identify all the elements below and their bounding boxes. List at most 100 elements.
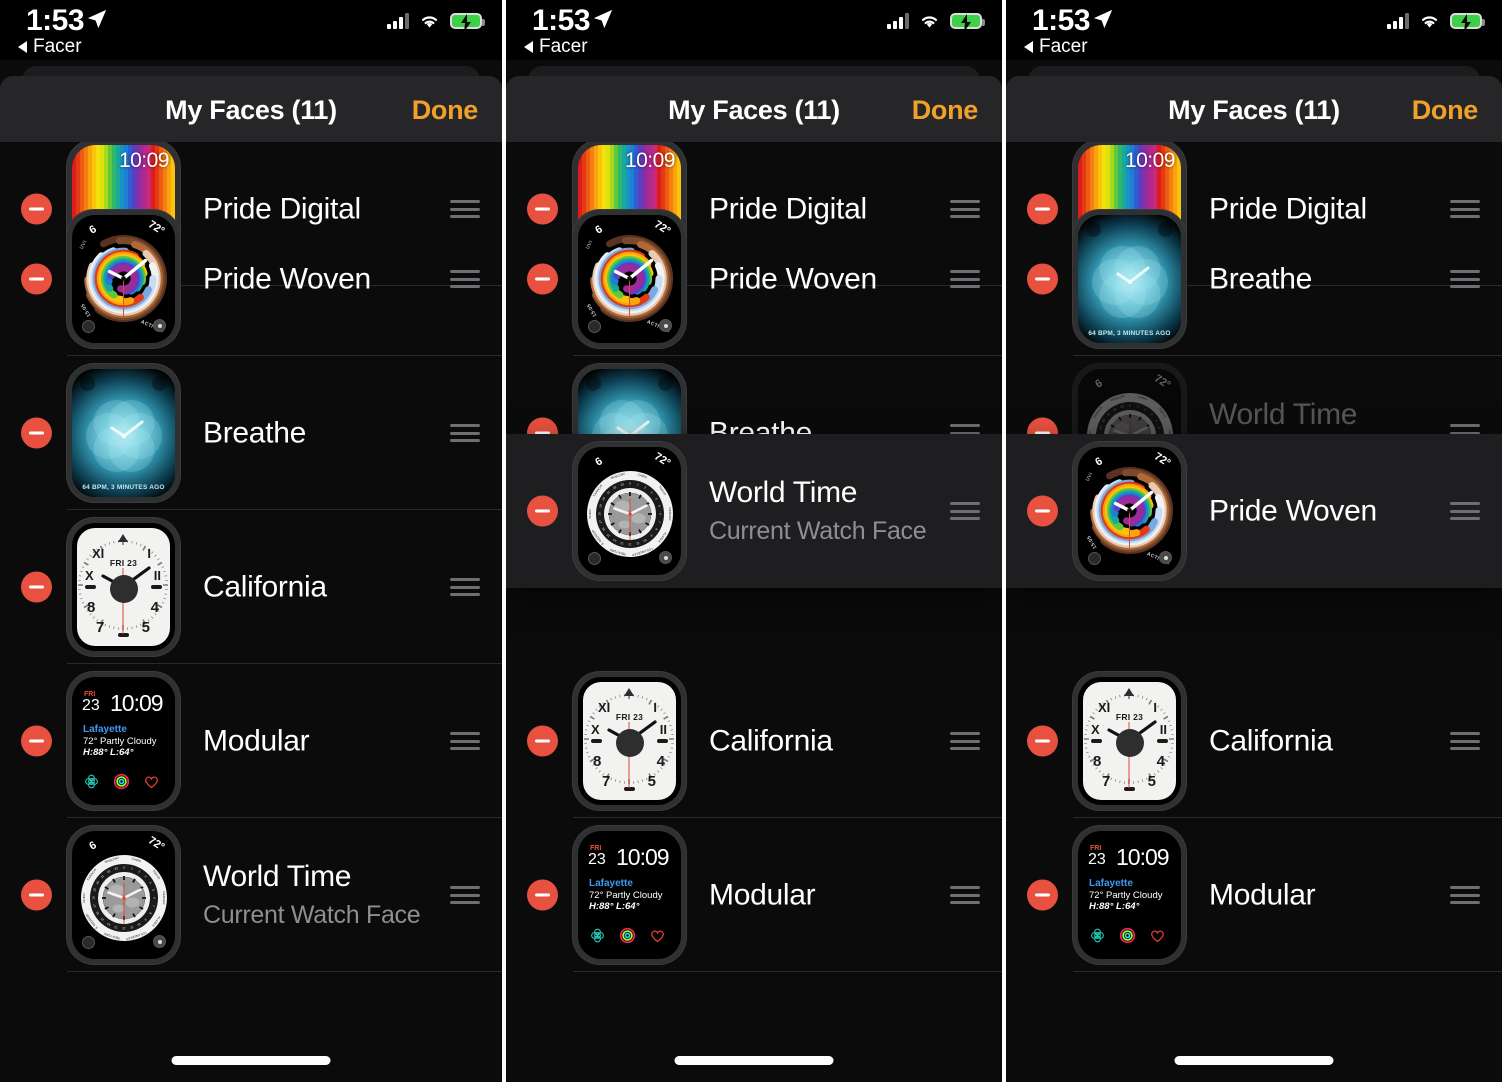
table-row[interactable]: 672°UVI15:05ACTIVITY Pride Woven xyxy=(506,202,1002,356)
california-subdial xyxy=(615,729,644,758)
row-separator xyxy=(1073,971,1502,972)
battery-charging-icon xyxy=(950,12,985,32)
modular-complication-row xyxy=(589,927,666,944)
faces-list-panel-3[interactable]: 10:09UNLOCK TO VIEWPride Digital64 BPM, … xyxy=(1006,140,1502,1082)
breathe-complication-icon xyxy=(586,376,601,391)
table-row[interactable]: XI I X II 8 4 7 5 FRI 23 California xyxy=(506,664,1002,818)
modular-day: 23 xyxy=(588,851,606,868)
watch-screen: FRI 23 10:09 Lafayette 72° Partly Cloudy H:88… xyxy=(72,677,175,805)
faces-list-panel-1[interactable]: 10:09UNLOCK TO VIEWPride Digital672°UVI1… xyxy=(0,140,502,1082)
reorder-handle-icon[interactable] xyxy=(950,502,980,520)
watch-screen: 64 BPM, 3 MINUTES AGO xyxy=(72,369,175,497)
watch-face-thumbnail[interactable]: FRI 23 10:09 Lafayette 72° Partly Cloudy H:88… xyxy=(67,672,180,810)
watch-face-thumbnail[interactable]: XI I X II 8 4 7 5 FRI 23 xyxy=(573,672,686,810)
delete-face-button[interactable] xyxy=(1027,263,1058,295)
watch-time-label: 10:09 xyxy=(624,149,676,172)
table-row[interactable]: XI I X II 8 4 7 5 FRI 23 California xyxy=(0,510,502,664)
reorder-handle-icon[interactable] xyxy=(450,732,480,750)
delete-face-button[interactable] xyxy=(21,263,52,295)
watch-face-thumbnail[interactable]: DUBAIKARACHIMOSCOWCAIROTOKYODENVERALASKA… xyxy=(573,442,686,580)
table-row[interactable]: FRI 23 10:09 Lafayette 72° Partly Cloudy H:88… xyxy=(1006,818,1502,972)
reorder-handle-icon[interactable] xyxy=(950,886,980,904)
table-row[interactable]: DUBAIKARACHIMOSCOWCAIROTOKYODENVERALASKA… xyxy=(0,818,502,972)
watch-face-thumbnail[interactable]: DUBAIKARACHIMOSCOWCAIROTOKYODENVERALASKA… xyxy=(67,826,180,964)
svg-text:DENVER: DENVER xyxy=(668,507,672,521)
watch-face-thumbnail[interactable]: 672°UVI15:05ACTIVITY xyxy=(67,210,180,348)
delete-face-button[interactable] xyxy=(21,571,52,603)
modular-conditions: 72° Partly Cloudy xyxy=(589,890,663,901)
delete-face-button[interactable] xyxy=(527,263,558,295)
reorder-handle-icon[interactable] xyxy=(950,270,980,288)
delete-face-button[interactable] xyxy=(21,417,52,449)
watch-thumbnail-modular: FRI 23 10:09 Lafayette 72° Partly Cloudy H:88… xyxy=(67,672,180,810)
breathe-petals-graphic xyxy=(1091,245,1168,318)
delete-face-button[interactable] xyxy=(21,725,52,757)
delete-face-button[interactable] xyxy=(527,879,558,911)
reorder-handle-icon[interactable] xyxy=(1450,270,1480,288)
screenshot-stage: 1:53 Facer My Faces (11) Done 10:09UNLOC… xyxy=(0,0,1506,1082)
weather-complication-icon xyxy=(1158,222,1173,237)
table-row[interactable]: 64 BPM, 3 MINUTES AGO Breathe xyxy=(1006,202,1502,356)
table-row[interactable]: 64 BPM, 3 MINUTES AGO Breathe xyxy=(0,356,502,510)
reorder-handle-icon[interactable] xyxy=(1450,886,1480,904)
watch-face-thumbnail[interactable]: XI I X II 8 4 7 5 FRI 23 xyxy=(67,518,180,656)
row-label: California xyxy=(1209,723,1333,758)
watch-face-thumbnail[interactable]: 672°UVI15:05ACTIVITY xyxy=(573,210,686,348)
phone-panel-1: 1:53 Facer My Faces (11) Done 10:09UNLOC… xyxy=(0,0,502,1082)
watch-time-label: 10:09 xyxy=(118,149,170,172)
navigation-bar: My Faces (11) Done xyxy=(1006,76,1502,142)
back-to-facer-link[interactable]: Facer xyxy=(1024,36,1088,58)
reorder-handle-icon[interactable] xyxy=(450,270,480,288)
row-label: Pride Woven xyxy=(203,261,371,296)
watch-face-thumbnail[interactable]: 672°UVI15:05ACTIVITY xyxy=(1073,442,1186,580)
table-row[interactable]: FRI 23 10:09 Lafayette 72° Partly Cloudy H:88… xyxy=(0,664,502,818)
row-title: California xyxy=(203,570,327,604)
modular-high-low: H:88° L:64° xyxy=(589,901,640,912)
row-subtitle: Current Watch Face xyxy=(709,517,927,546)
modular-conditions: 72° Partly Cloudy xyxy=(1089,890,1163,901)
table-row[interactable]: FRI 23 10:09 Lafayette 72° Partly Cloudy H:88… xyxy=(506,818,1002,972)
row-label: Pride Woven xyxy=(1209,493,1377,528)
reorder-handle-icon[interactable] xyxy=(450,578,480,596)
reorder-handle-icon[interactable] xyxy=(450,886,480,904)
done-button[interactable]: Done xyxy=(912,95,979,126)
back-to-facer-link[interactable]: Facer xyxy=(524,36,588,58)
modular-city: Lafayette xyxy=(1089,878,1133,889)
timer-subdial xyxy=(588,320,601,333)
done-button[interactable]: Done xyxy=(412,95,479,126)
table-row[interactable]: 672°UVI15:05ACTIVITY Pride Woven xyxy=(0,202,502,356)
reorder-handle-icon[interactable] xyxy=(1450,502,1480,520)
back-to-facer-link[interactable]: Facer xyxy=(18,36,82,58)
delete-face-button[interactable] xyxy=(527,495,558,527)
watch-thumbnail-modular: FRI 23 10:09 Lafayette 72° Partly Cloudy H:88… xyxy=(573,826,686,964)
wifi-icon xyxy=(1421,16,1438,28)
weather-complication-icon xyxy=(658,376,673,391)
delete-face-button[interactable] xyxy=(527,725,558,757)
reorder-handle-icon[interactable] xyxy=(950,732,980,750)
watch-screen: DUBAIKARACHIMOSCOWCAIROTOKYODENVERALASKA… xyxy=(72,831,175,959)
reorder-handle-icon[interactable] xyxy=(1450,732,1480,750)
row-label: Pride Woven xyxy=(709,261,877,296)
delete-face-button[interactable] xyxy=(1027,725,1058,757)
status-bar-time: 1:53 xyxy=(1032,4,1091,37)
table-row[interactable]: XI I X II 8 4 7 5 FRI 23 California xyxy=(1006,664,1502,818)
delete-face-button[interactable] xyxy=(1027,495,1058,527)
watch-face-thumbnail[interactable]: FRI 23 10:09 Lafayette 72° Partly Cloudy H:88… xyxy=(1073,826,1186,964)
table-row[interactable]: 672°UVI15:05ACTIVITY Pride Woven xyxy=(1006,434,1502,588)
watch-face-thumbnail[interactable]: 64 BPM, 3 MINUTES AGO xyxy=(1073,210,1186,348)
watch-face-thumbnail[interactable]: 64 BPM, 3 MINUTES AGO xyxy=(67,364,180,502)
reorder-handle-icon[interactable] xyxy=(450,424,480,442)
watch-thumbnail-breathe: 64 BPM, 3 MINUTES AGO xyxy=(1073,210,1186,348)
watch-face-thumbnail[interactable]: XI I X II 8 4 7 5 FRI 23 xyxy=(1073,672,1186,810)
table-row[interactable]: DUBAIKARACHIMOSCOWCAIROTOKYODENVERALASKA… xyxy=(506,434,1002,588)
faces-list-panel-2[interactable]: 10:09UNLOCK TO VIEWPride Digital672°UVI1… xyxy=(506,140,1002,1082)
breathe-complication-icon xyxy=(591,928,604,943)
delete-face-button[interactable] xyxy=(21,879,52,911)
world-time-dial-graphic: DUBAIKARACHIMOSCOWCAIROTOKYODENVERALASKA… xyxy=(80,854,167,941)
svg-text:18: 18 xyxy=(597,512,601,516)
watch-face-thumbnail[interactable]: FRI 23 10:09 Lafayette 72° Partly Cloudy H:88… xyxy=(573,826,686,964)
watch-screen: XI I X II 8 4 7 5 FRI 23 xyxy=(72,523,175,651)
delete-face-button[interactable] xyxy=(1027,879,1058,911)
modular-time: 10:09 xyxy=(110,690,164,716)
done-button[interactable]: Done xyxy=(1412,95,1479,126)
